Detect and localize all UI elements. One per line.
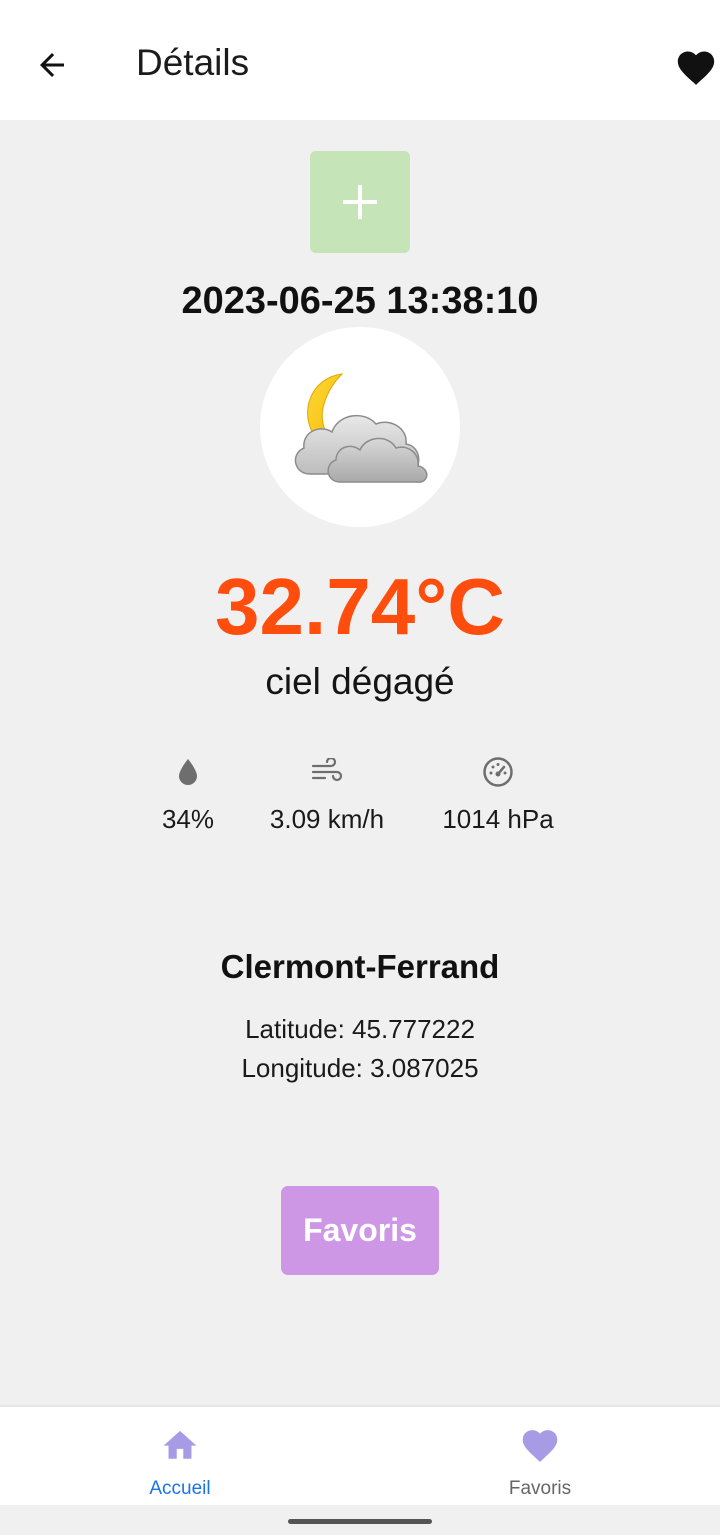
bottom-navigation: Accueil Favoris	[0, 1405, 720, 1505]
nav-label-accueil: Accueil	[149, 1478, 211, 1499]
wind-icon	[311, 758, 343, 782]
nav-item-favoris[interactable]: Favoris	[360, 1407, 720, 1507]
heart-icon	[522, 1430, 558, 1462]
water-drop-icon	[179, 759, 197, 785]
home-icon	[163, 1430, 197, 1459]
arrow-left-icon	[40, 53, 64, 77]
plus-icon	[343, 185, 377, 219]
gauge-icon	[483, 757, 513, 787]
favorite-toggle-button[interactable]	[668, 40, 720, 92]
observation-datetime: 2023-06-25 13:38:10	[181, 280, 539, 322]
pressure-stat: 1014 hPa	[428, 752, 568, 835]
city-name: Clermont-Ferrand	[220, 948, 500, 985]
favoris-button[interactable]: Favoris	[281, 1186, 439, 1275]
nav-label-favoris: Favoris	[508, 1478, 572, 1499]
humidity-stat: 34%	[138, 752, 238, 835]
latitude-text: Latitude: 45.777222	[245, 1014, 475, 1044]
heart-filled-icon	[677, 51, 715, 85]
gesture-handle[interactable]	[288, 1519, 432, 1524]
nav-item-accueil[interactable]: Accueil	[0, 1407, 360, 1507]
top-app-bar: Détails	[0, 0, 720, 120]
page-title: Détails	[136, 42, 250, 83]
pressure-value: 1014 hPa	[442, 804, 554, 834]
longitude-text: Longitude: 3.087025	[241, 1053, 479, 1083]
system-gesture-bar	[0, 1505, 720, 1535]
wind-stat: 3.09 km/h	[252, 752, 402, 835]
back-button[interactable]	[22, 35, 82, 95]
weather-description: ciel dégagé	[265, 661, 455, 702]
moon-cloud-icon	[294, 373, 428, 483]
wind-value: 3.09 km/h	[269, 804, 385, 834]
temperature-value: 32.74°C	[215, 562, 505, 651]
humidity-value: 34%	[161, 804, 215, 834]
weather-icon-container	[260, 327, 460, 527]
add-button[interactable]	[310, 151, 410, 253]
